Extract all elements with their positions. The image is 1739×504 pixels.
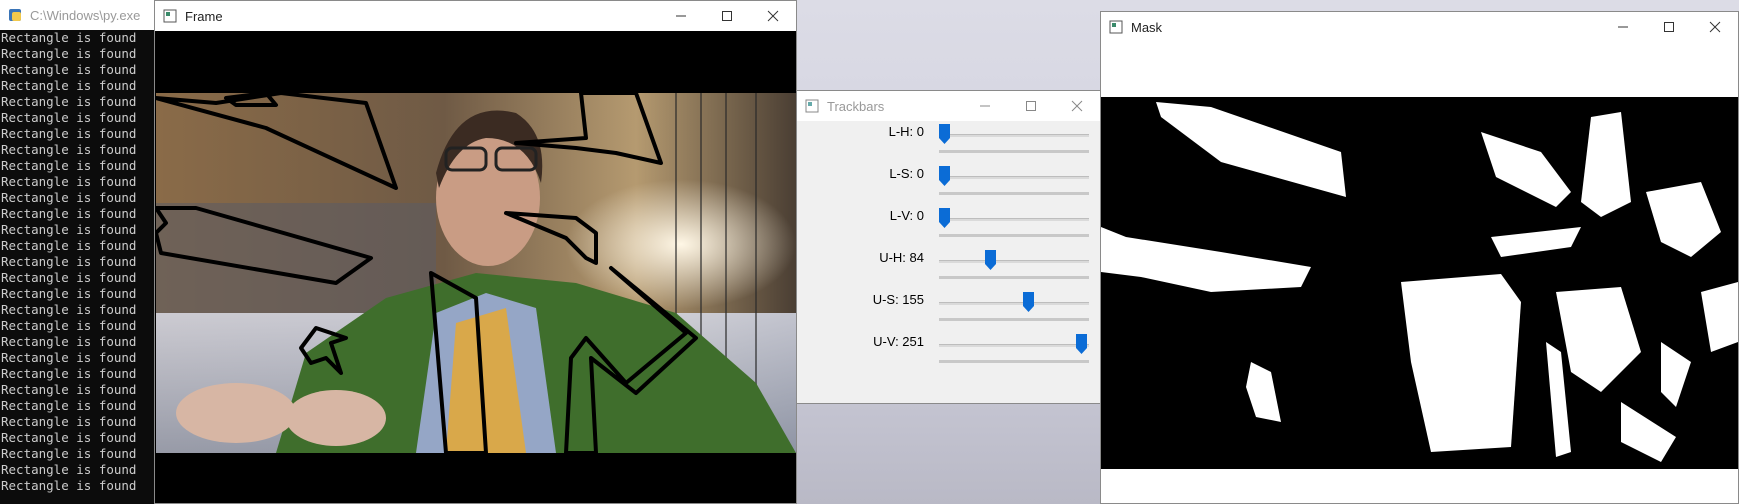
console-line: Rectangle is found: [1, 478, 137, 493]
mask-image: [1101, 97, 1738, 469]
trackbar-ticks: [939, 318, 1089, 321]
trackbar-label: U-S: 155: [872, 292, 924, 307]
close-button[interactable]: [750, 1, 796, 31]
console-line: Rectangle is found: [1, 270, 137, 285]
maximize-button[interactable]: [1008, 91, 1054, 121]
trackbar-slider[interactable]: [939, 344, 1089, 347]
trackbar-slider[interactable]: [939, 218, 1089, 221]
console-line: Rectangle is found: [1, 142, 137, 157]
console-line: Rectangle is found: [1, 350, 137, 365]
trackbar-thumb[interactable]: [939, 208, 950, 228]
trackbar-row: L-V: 0: [797, 205, 1100, 248]
trackbar-thumb[interactable]: [939, 124, 950, 144]
trackbar-label: L-S: 0: [889, 166, 924, 181]
trackbar-row: U-S: 155: [797, 289, 1100, 332]
trackbar-row: U-H: 84: [797, 247, 1100, 290]
trackbar-thumb[interactable]: [939, 166, 950, 186]
frame-titlebar[interactable]: Frame: [155, 1, 796, 31]
console-line: Rectangle is found: [1, 126, 137, 141]
trackbar-slider[interactable]: [939, 260, 1089, 263]
trackbar-slider[interactable]: [939, 176, 1089, 179]
close-icon: [1071, 100, 1083, 112]
trackbar-label: U-H: 84: [879, 250, 924, 265]
trackbar-slider[interactable]: [939, 302, 1089, 305]
trackbar-ticks: [939, 360, 1089, 363]
maximize-button[interactable]: [704, 1, 750, 31]
console-window[interactable]: C:\Windows\py.exe Rectangle is found Rect…: [0, 0, 154, 504]
console-line: Rectangle is found: [1, 414, 137, 429]
maximize-icon: [1664, 22, 1674, 32]
frame-window[interactable]: Frame: [154, 0, 797, 504]
opencv-window-icon: [805, 99, 819, 113]
maximize-icon: [1026, 101, 1036, 111]
trackbar-ticks: [939, 234, 1089, 237]
trackbars-title: Trackbars: [827, 98, 885, 114]
minimize-icon: [1618, 26, 1628, 28]
console-output: Rectangle is found Rectangle is found Rect…: [0, 30, 154, 504]
mask-canvas[interactable]: [1101, 42, 1738, 503]
console-title: C:\Windows\py.exe: [30, 7, 141, 23]
console-line: Rectangle is found: [1, 190, 137, 205]
trackbar-ticks: [939, 276, 1089, 279]
console-titlebar[interactable]: C:\Windows\py.exe: [0, 0, 154, 30]
opencv-window-icon: [163, 9, 177, 23]
trackbar-row: L-H: 0: [797, 121, 1100, 164]
console-line: Rectangle is found: [1, 46, 137, 61]
console-line: Rectangle is found: [1, 110, 137, 125]
minimize-icon: [676, 15, 686, 17]
trackbars-window[interactable]: Trackbars L-H: 0 L-S: 0 L-V: 0 U-H: 84 U-S: …: [796, 90, 1101, 404]
trackbar-thumb[interactable]: [1075, 334, 1087, 354]
minimize-button[interactable]: [658, 1, 704, 31]
minimize-icon: [980, 105, 990, 107]
console-line: Rectangle is found: [1, 78, 137, 93]
close-button[interactable]: [1692, 12, 1738, 42]
console-line: Rectangle is found: [1, 286, 137, 301]
minimize-button[interactable]: [962, 91, 1008, 121]
console-line: Rectangle is found: [1, 318, 137, 333]
maximize-icon: [722, 11, 732, 21]
trackbar-thumb[interactable]: [984, 250, 996, 270]
console-line: Rectangle is found: [1, 430, 137, 445]
console-line: Rectangle is found: [1, 30, 137, 45]
console-line: Rectangle is found: [1, 94, 137, 109]
console-line: Rectangle is found: [1, 382, 137, 397]
trackbar-row: U-V: 251: [797, 331, 1100, 374]
console-line: Rectangle is found: [1, 158, 137, 173]
console-line: Rectangle is found: [1, 222, 137, 237]
console-line: Rectangle is found: [1, 398, 137, 413]
console-line: Rectangle is found: [1, 446, 137, 461]
frame-canvas[interactable]: [155, 31, 796, 503]
console-line: Rectangle is found: [1, 462, 137, 477]
trackbar-ticks: [939, 192, 1089, 195]
trackbar-slider[interactable]: [939, 134, 1089, 137]
close-button[interactable]: [1054, 91, 1100, 121]
trackbar-row: L-S: 0: [797, 163, 1100, 206]
mask-title: Mask: [1131, 19, 1163, 35]
console-line: Rectangle is found: [1, 174, 137, 189]
trackbars-titlebar[interactable]: Trackbars: [797, 91, 1100, 121]
trackbar-label: L-V: 0: [889, 208, 924, 223]
console-line: Rectangle is found: [1, 334, 137, 349]
close-icon: [767, 10, 779, 22]
console-line: Rectangle is found: [1, 366, 137, 381]
camera-feed-image: [156, 93, 796, 453]
minimize-button[interactable]: [1600, 12, 1646, 42]
trackbars-panel: L-H: 0 L-S: 0 L-V: 0 U-H: 84 U-S: 155 U-V: 25…: [797, 121, 1100, 403]
console-line: Rectangle is found: [1, 62, 137, 77]
close-icon: [1709, 21, 1721, 33]
console-line: Rectangle is found: [1, 302, 137, 317]
python-console-icon: [9, 9, 21, 21]
mask-titlebar[interactable]: Mask: [1101, 12, 1738, 42]
console-line: Rectangle is found: [1, 254, 137, 269]
trackbar-thumb[interactable]: [1023, 292, 1035, 312]
console-line: Rectangle is found: [1, 238, 137, 253]
console-line: Rectangle is found: [1, 206, 137, 221]
opencv-window-icon: [1109, 20, 1123, 34]
trackbar-label: U-V: 251: [873, 334, 924, 349]
maximize-button[interactable]: [1646, 12, 1692, 42]
trackbar-ticks: [939, 150, 1089, 153]
mask-window[interactable]: Mask: [1100, 11, 1739, 504]
trackbar-label: L-H: 0: [888, 124, 924, 139]
frame-title: Frame: [185, 8, 223, 24]
